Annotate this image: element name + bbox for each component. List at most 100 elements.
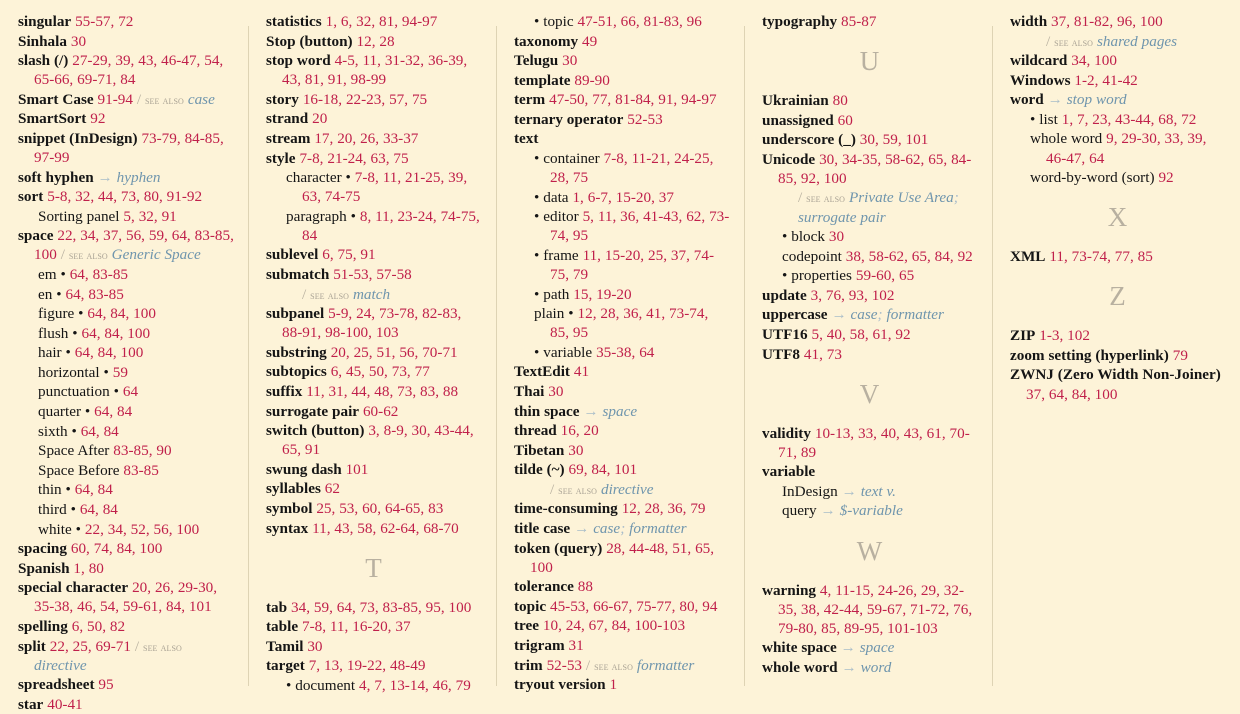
cross-reference-target: case [850,306,878,324]
entry-term: singular [18,13,72,30]
entry-list: validity 10-13, 33, 40, 43, 61, 70-71, 8… [762,424,978,521]
entry-page-numbers: 60, 74, 84, 100 [70,540,163,558]
entry-term: space [18,227,54,245]
entry-page-numbers: 91-94 [97,90,133,108]
entry-page-numbers: 88 [577,578,593,596]
entry-page-numbers: 16, 20 [560,422,599,440]
index-entry: stream 17, 20, 26, 33-37 [266,129,482,148]
index-entry: variable [762,462,978,481]
entry-page-numbers: 3, 76, 93, 102 [810,286,895,304]
index-entry: Space Before 83-85 [18,461,234,480]
entry-list: • topic 47-51, 66, 81-83, 96 taxonomy 49 T… [514,12,730,694]
index-entry: term 47-50, 77, 81-84, 91, 94-97 [514,90,730,109]
index-entry: space 22, 34, 37, 56, 59, 64, 83-85, 100… [18,226,234,264]
column-1: singular 55-57, 72 Sinhala 30 slash (/) 27… [0,12,248,713]
entry-bullet-icon: • [72,324,78,342]
entry-term: zoom setting (hyperlink) [1010,346,1169,364]
cross-reference-target: hyphen [116,168,161,186]
entry-term: Ukrainian [762,92,829,110]
section-letter-v: V [859,378,881,409]
entry-term: statistics [266,13,322,30]
entry-page-numbers: 1, 6-7, 15-20, 37 [572,188,674,206]
column-3: • topic 47-51, 66, 81-83, 96 taxonomy 49 T… [496,12,744,700]
entry-term: en [38,285,53,303]
entry-term: horizontal [38,363,100,381]
entry-page-numbers: 1-3, 102 [1039,327,1090,345]
entry-page-numbers: 47-51, 66, 81-83, 96 [577,13,702,30]
entry-term: list [1039,110,1058,128]
entry-page-numbers: 55-57, 72 [75,13,134,30]
entry-bullet-icon: • [103,363,109,381]
entry-term: spacing [18,540,67,558]
index-entry: Thai 30 [514,382,730,401]
index-entry: ternary operator 52-53 [514,110,730,129]
see-also-slash: / [585,656,591,674]
index-entry: en • 64, 83-85 [18,285,234,304]
cross-reference-target: case [187,90,215,108]
see-arrow-icon: → [831,306,847,324]
entry-term: time-consuming [514,500,618,518]
entry-bullet-icon: • [534,285,540,303]
entry-term: subtopics [266,363,327,381]
entry-list: tab 34, 59, 64, 73, 83-85, 95, 100 table … [266,598,482,695]
see-arrow-icon: → [1047,91,1063,109]
entry-page-numbers: 101 [345,460,369,478]
index-entry: style 7-8, 21-24, 63, 75 [266,149,482,168]
index-entry: Ukrainian 80 [762,91,978,110]
entry-term: unassigned [762,111,834,129]
index-entry: Stop (button) 12, 28 [266,32,482,51]
entry-term: story [266,90,299,108]
index-entry: XML 11, 73-74, 77, 85 [1010,247,1226,266]
column-2: statistics 1, 6, 32, 81, 94-97 Stop (butt… [248,12,496,700]
index-entry: taxonomy 49 [514,32,730,51]
entry-page-numbers: 64, 84 [74,481,113,499]
entry-bullet-icon: • [56,285,62,303]
entry-bullet-icon: • [78,305,84,323]
entry-term: Spanish [18,559,70,577]
entry-term: thin space [514,402,580,420]
index-entry: tolerance 88 [514,577,730,596]
index-entry: substring 20, 25, 51, 56, 70-71 [266,343,482,362]
entry-page-numbers: 5-8, 32, 44, 73, 80, 91-92 [47,188,203,206]
index-entry: stop word 4-5, 11, 31-32, 36-39, 43, 81,… [266,51,482,89]
entry-term: trim [514,656,543,674]
entry-bullet-icon: • [568,305,574,323]
index-entry: Sinhala 30 [18,32,234,51]
entry-term: UTF8 [762,345,800,363]
entry-term: warning [762,581,817,599]
entry-bullet-icon: • [1030,110,1036,128]
index-entry: validity 10-13, 33, 40, 43, 61, 70-71, 8… [762,424,978,462]
entry-page-numbers: 30 [568,441,584,459]
entry-list: XML 11, 73-74, 77, 85 [1010,247,1226,266]
index-entry: statistics 1, 6, 32, 81, 94-97 [266,12,482,31]
entry-page-numbers: 7, 13, 19-22, 48-49 [308,657,426,675]
entry-term: SmartSort [18,110,87,128]
index-entry: TextEdit 41 [514,362,730,381]
entry-page-numbers: 38, 58-62, 65, 84, 92 [845,247,973,265]
entry-page-numbers: 30, 59, 101 [859,131,929,149]
entry-term: ZWNJ (Zero Width Non-Joiner) [1010,366,1221,384]
index-entry: wildcard 34, 100 [1010,51,1226,70]
entry-term: UTF16 [762,326,808,344]
see-also-slash: / [302,285,307,303]
entry-term: tryout version [514,676,606,694]
entry-list: statistics 1, 6, 32, 81, 94-97 Stop (butt… [266,12,482,538]
entry-term: uppercase [762,306,828,324]
see-also-slash: / [134,637,140,655]
index-entry: submatch 51-53, 57-58 [266,265,482,284]
index-entry: target 7, 13, 19-22, 48-49 [266,656,482,675]
entry-page-numbers: 64, 84, 100 [87,305,156,323]
index-entry: slash (/) 27-29, 39, 43, 46-47, 54, 65-6… [18,51,234,89]
index-entry: underscore (_) 30, 59, 101 [762,130,978,149]
column-5: width 37, 81-82, 96, 100/ see also share… [992,12,1240,700]
entry-term: soft hyphen [18,168,94,186]
entry-list: warning 4, 11-15, 24-26, 29, 32-35, 38, … [762,581,978,677]
index-entry: switch (button) 3, 8-9, 30, 43-44, 65, 9… [266,421,482,459]
entry-bullet-icon: • [782,228,788,246]
entry-term: container [543,150,600,168]
entry-term: quarter [38,403,82,421]
see-arrow-icon: → [574,520,590,538]
entry-bullet-icon: • [75,520,81,538]
entry-bullet-icon: • [70,500,76,518]
entry-page-numbers: 52-53 [627,110,663,128]
